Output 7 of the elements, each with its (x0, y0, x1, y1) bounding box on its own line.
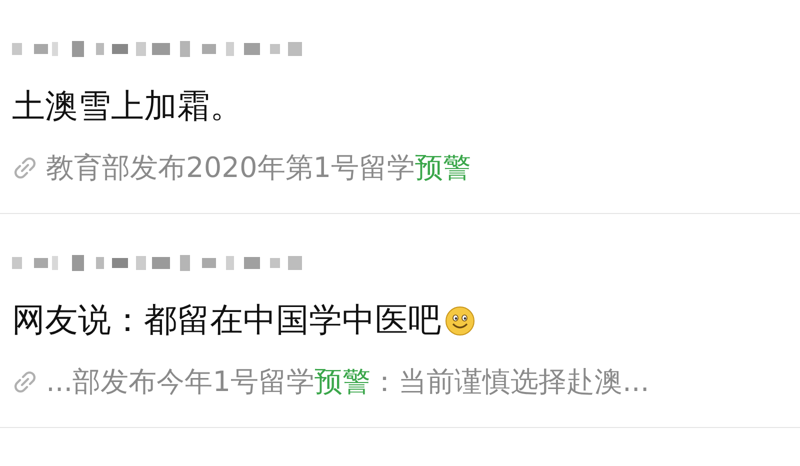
post-text: 土澳雪上加霜。 (12, 85, 243, 127)
link-text[interactable]: 教育部发布2020年第1号留学预警 (46, 149, 472, 187)
link-icon (12, 369, 38, 395)
link-icon (12, 155, 38, 181)
post-text: 网友说：都留在中国学中医吧 (12, 299, 441, 341)
link-text[interactable]: ...部发布今年1号留学预警：当前谨慎选择赴澳... (46, 363, 650, 401)
smiley-icon (445, 306, 475, 336)
